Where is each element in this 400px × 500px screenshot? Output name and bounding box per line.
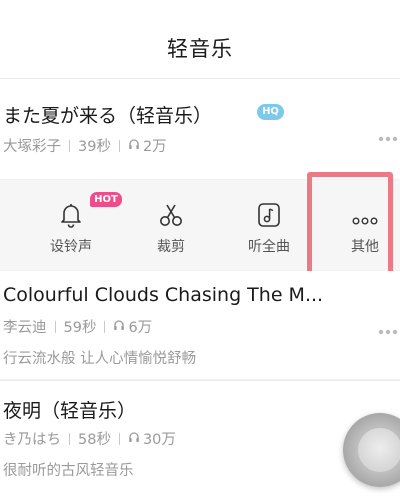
- song-item-3[interactable]: 夜明（轻音乐） き乃はち 58秒 30万 很耐听的古风轻音乐: [0, 381, 400, 500]
- song-title: Colourful Clouds Chasing The M...: [3, 284, 324, 306]
- song-description: 行云流水般 让人心情愉悦舒畅: [3, 351, 197, 367]
- header: 轻音乐: [0, 0, 400, 79]
- headphone-icon: [128, 138, 140, 154]
- duration: 59秒: [63, 320, 97, 336]
- highlight-box: [307, 172, 393, 279]
- hot-badge: HOT: [90, 192, 122, 207]
- listen-full-button[interactable]: 听全曲: [231, 180, 307, 270]
- more-icon[interactable]: [378, 320, 398, 335]
- more-icon[interactable]: [378, 127, 398, 142]
- song-meta: 李云迪 59秒 6万: [3, 316, 152, 337]
- action-label: 听全曲: [248, 239, 290, 255]
- song-description: 很耐听的古风轻音乐: [3, 463, 134, 479]
- action-label: 裁剪: [157, 239, 185, 255]
- separator: [69, 432, 70, 445]
- song-meta: 大塚彩子 39秒 2万: [3, 135, 167, 156]
- music-note-icon: [257, 202, 281, 232]
- floating-touch-inner: [358, 428, 400, 472]
- headphone-icon: [113, 319, 125, 335]
- duration: 58秒: [78, 432, 111, 448]
- bell-icon: [59, 202, 83, 232]
- artist-name: 大塚彩子: [3, 139, 61, 155]
- artist-name: き乃はち: [3, 432, 61, 448]
- headphone-icon: [128, 431, 140, 447]
- duration: 39秒: [78, 139, 111, 155]
- song-meta: き乃はち 58秒 30万: [3, 428, 176, 449]
- cut-button[interactable]: 裁剪: [133, 180, 209, 270]
- separator: [118, 139, 120, 152]
- song-title: また夏が来る（轻音乐）: [3, 105, 213, 127]
- play-count: 6万: [128, 320, 153, 336]
- hq-badge: HQ: [257, 104, 284, 120]
- song-title: 夜明（轻音乐）: [3, 400, 137, 422]
- scissors-icon: [158, 202, 184, 232]
- action-label: 设铃声: [50, 239, 92, 255]
- song-item-2[interactable]: Colourful Clouds Chasing The M... 李云迪 59…: [0, 271, 400, 379]
- song-item-1[interactable]: また夏が来る（轻音乐） 大塚彩子 39秒 2万: [0, 79, 400, 179]
- play-count: 2万: [142, 139, 167, 155]
- artist-name: 李云迪: [3, 320, 47, 336]
- separator: [54, 320, 56, 333]
- separator: [104, 320, 106, 333]
- separator: [69, 139, 70, 152]
- play-count: 30万: [142, 432, 176, 448]
- separator: [118, 432, 120, 445]
- page-title: 轻音乐: [167, 37, 233, 61]
